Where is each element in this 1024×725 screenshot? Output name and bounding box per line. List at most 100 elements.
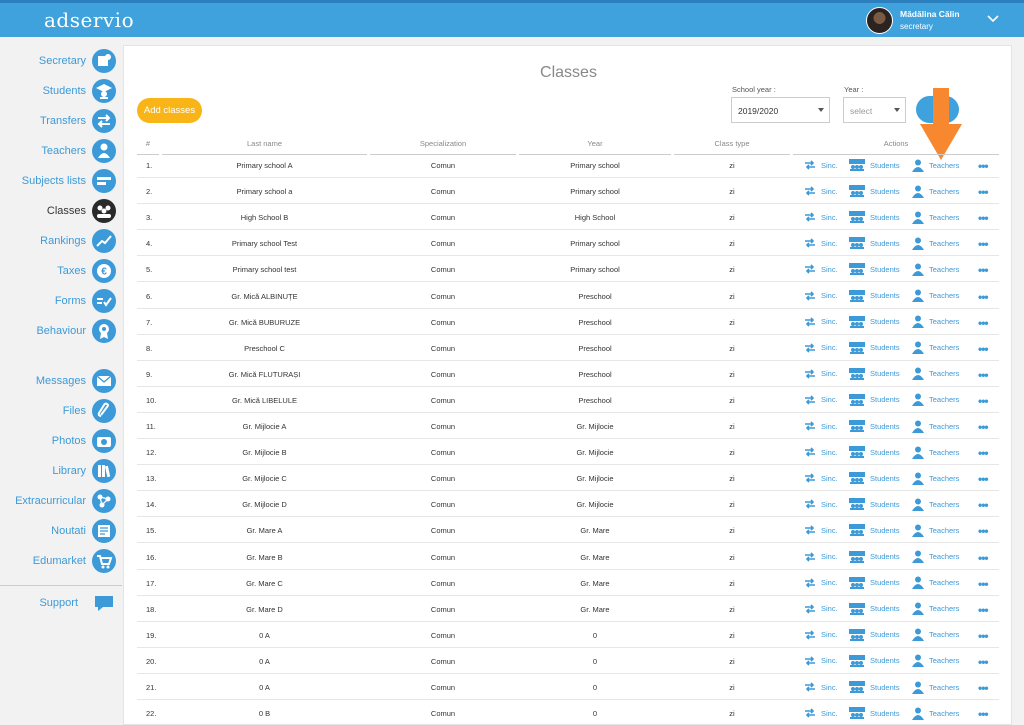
- more-options-icon[interactable]: •••: [978, 524, 989, 538]
- teachers-button[interactable]: Teachers: [912, 602, 959, 616]
- students-button[interactable]: Students: [849, 419, 900, 433]
- sidebar-item-messages[interactable]: Messages: [0, 369, 122, 395]
- app-logo[interactable]: adservio: [44, 8, 134, 32]
- table-row[interactable]: 6. Gr. Mică ALBINUȚE Comun Preschool zi Sinc.…: [137, 283, 999, 309]
- sidebar-item-support[interactable]: Support: [0, 591, 122, 617]
- students-button[interactable]: Students: [849, 184, 900, 198]
- sidebar-item-subjects-lists[interactable]: Subjects lists: [0, 169, 122, 195]
- table-row[interactable]: 17. Gr. Mare C Comun Gr. Mare zi Sinc. Student…: [137, 570, 999, 596]
- chevron-down-icon[interactable]: [986, 12, 1000, 26]
- sidebar-item-edumarket[interactable]: Edumarket: [0, 549, 122, 575]
- sync-button[interactable]: Sinc.: [804, 341, 838, 355]
- sync-button[interactable]: Sinc.: [804, 602, 838, 616]
- students-button[interactable]: Students: [849, 706, 900, 720]
- students-button[interactable]: Students: [849, 367, 900, 381]
- sync-button[interactable]: Sinc.: [804, 289, 838, 303]
- sync-button[interactable]: Sinc.: [804, 680, 838, 694]
- sidebar-item-transfers[interactable]: Transfers: [0, 109, 122, 135]
- more-options-icon[interactable]: •••: [978, 603, 989, 617]
- table-row[interactable]: 10. Gr. Mică LIBELULE Comun Preschool zi Sinc…: [137, 387, 999, 413]
- students-button[interactable]: Students: [849, 210, 900, 224]
- sync-button[interactable]: Sinc.: [804, 523, 838, 537]
- sidebar-item-noutati[interactable]: Noutati: [0, 519, 122, 545]
- table-row[interactable]: 7. Gr. Mică BUBURUZE Comun Preschool zi Sinc.…: [137, 309, 999, 335]
- table-row[interactable]: 16. Gr. Mare B Comun Gr. Mare zi Sinc. Student…: [137, 544, 999, 570]
- sync-button[interactable]: Sinc.: [804, 367, 838, 381]
- teachers-button[interactable]: Teachers: [912, 706, 959, 720]
- add-classes-button[interactable]: Add classes: [137, 98, 202, 123]
- students-button[interactable]: Students: [849, 341, 900, 355]
- table-row[interactable]: 8. Preschool C Comun Preschool zi Sinc. Studen…: [137, 335, 999, 361]
- sync-button[interactable]: Sinc.: [804, 315, 838, 329]
- more-options-icon[interactable]: •••: [978, 159, 989, 173]
- sync-button[interactable]: Sinc.: [804, 393, 838, 407]
- table-row[interactable]: 3. High School B Comun High School zi Sinc. St…: [137, 204, 999, 231]
- students-button[interactable]: Students: [849, 158, 900, 172]
- sidebar-item-library[interactable]: Library: [0, 459, 122, 485]
- sidebar-item-behaviour[interactable]: Behaviour: [0, 319, 122, 345]
- teachers-button[interactable]: Teachers: [912, 289, 959, 303]
- table-row[interactable]: 11. Gr. Mijlocie A Comun Gr. Mijlocie zi Sinc…: [137, 413, 999, 439]
- more-options-icon[interactable]: •••: [978, 237, 989, 251]
- more-options-icon[interactable]: •••: [978, 629, 989, 643]
- sidebar-item-photos[interactable]: Photos: [0, 429, 122, 455]
- teachers-button[interactable]: Teachers: [912, 576, 959, 590]
- teachers-button[interactable]: Teachers: [912, 471, 959, 485]
- table-row[interactable]: 20. 0 A Comun 0 zi Sinc. Students Teachers •••: [137, 648, 999, 674]
- students-button[interactable]: Students: [849, 550, 900, 564]
- table-row[interactable]: 1. Primary school A Comun Primary school zi S…: [137, 152, 999, 178]
- teachers-button[interactable]: Teachers: [912, 184, 959, 198]
- more-options-icon[interactable]: •••: [978, 498, 989, 512]
- table-row[interactable]: 14. Gr. Mijlocie D Comun Gr. Mijlocie zi Sinc…: [137, 491, 999, 518]
- sync-button[interactable]: Sinc.: [804, 184, 838, 198]
- sync-button[interactable]: Sinc.: [804, 497, 838, 511]
- school-year-select[interactable]: 2019/2020: [731, 97, 830, 123]
- sidebar-item-extracurricular[interactable]: Extracurricular: [0, 489, 122, 515]
- teachers-button[interactable]: Teachers: [912, 210, 959, 224]
- more-options-icon[interactable]: •••: [978, 394, 989, 408]
- students-button[interactable]: Students: [849, 471, 900, 485]
- teachers-button[interactable]: Teachers: [912, 262, 959, 276]
- sidebar-item-forms[interactable]: Forms: [0, 289, 122, 315]
- sync-button[interactable]: Sinc.: [804, 445, 838, 459]
- table-row[interactable]: 13. Gr. Mijlocie C Comun Gr. Mijlocie zi Sinc…: [137, 465, 999, 492]
- teachers-button[interactable]: Teachers: [912, 680, 959, 694]
- students-button[interactable]: Students: [849, 654, 900, 668]
- table-row[interactable]: 9. Gr. Mică FLUTURAȘI Comun Preschool zi Sinc…: [137, 361, 999, 387]
- teachers-button[interactable]: Teachers: [912, 367, 959, 381]
- more-options-icon[interactable]: •••: [978, 263, 989, 277]
- sidebar-item-classes[interactable]: Classes: [0, 199, 122, 225]
- table-row[interactable]: 5. Primary school test Comun Primary school…: [137, 256, 999, 283]
- user-avatar[interactable]: [866, 7, 893, 34]
- more-options-icon[interactable]: •••: [978, 472, 989, 486]
- teachers-button[interactable]: Teachers: [912, 550, 959, 564]
- students-button[interactable]: Students: [849, 262, 900, 276]
- teachers-button[interactable]: Teachers: [912, 341, 959, 355]
- sync-button[interactable]: Sinc.: [804, 236, 838, 250]
- more-options-icon[interactable]: •••: [978, 368, 989, 382]
- students-button[interactable]: Students: [849, 315, 900, 329]
- sidebar-item-teachers[interactable]: Teachers: [0, 139, 122, 165]
- students-button[interactable]: Students: [849, 628, 900, 642]
- teachers-button[interactable]: Teachers: [912, 523, 959, 537]
- students-button[interactable]: Students: [849, 289, 900, 303]
- more-options-icon[interactable]: •••: [978, 316, 989, 330]
- table-row[interactable]: 12. Gr. Mijlocie B Comun Gr. Mijlocie zi Sinc…: [137, 439, 999, 466]
- more-options-icon[interactable]: •••: [978, 577, 989, 591]
- more-options-icon[interactable]: •••: [978, 446, 989, 460]
- students-button[interactable]: Students: [849, 236, 900, 250]
- teachers-button[interactable]: Teachers: [912, 393, 959, 407]
- students-button[interactable]: Students: [849, 602, 900, 616]
- table-row[interactable]: 4. Primary school Test Comun Primary school…: [137, 230, 999, 257]
- more-options-icon[interactable]: •••: [978, 420, 989, 434]
- more-options-icon[interactable]: •••: [978, 655, 989, 669]
- students-button[interactable]: Students: [849, 497, 900, 511]
- sync-button[interactable]: Sinc.: [804, 419, 838, 433]
- teachers-button[interactable]: Teachers: [912, 419, 959, 433]
- teachers-button[interactable]: Teachers: [912, 628, 959, 642]
- sync-button[interactable]: Sinc.: [804, 210, 838, 224]
- teachers-button[interactable]: Teachers: [912, 158, 959, 172]
- more-options-icon[interactable]: •••: [978, 342, 989, 356]
- more-options-icon[interactable]: •••: [978, 185, 989, 199]
- sidebar-item-taxes[interactable]: Taxes €: [0, 259, 122, 285]
